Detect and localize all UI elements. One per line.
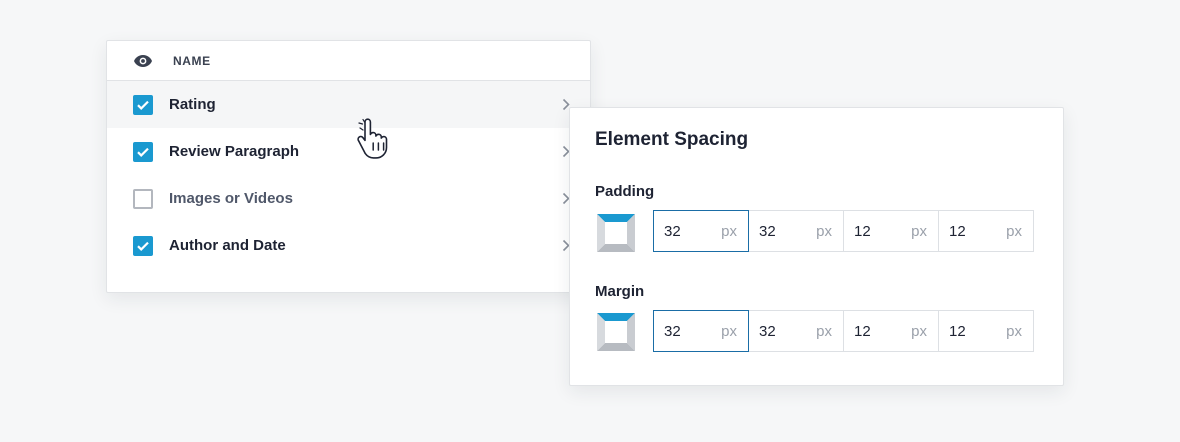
field-label: Rating [169,96,216,113]
field-label: Review Paragraph [169,143,300,160]
unit-label: px [911,222,927,240]
box-spacing-icon [597,214,635,252]
padding-inputs: 32 px 32 px 12 px 12 px [653,210,1034,252]
margin-right-input[interactable]: 32 px [748,310,844,352]
unit-label: px [816,322,832,340]
fields-panel: NAME Rating Review Paragraph Images or V… [106,40,591,293]
element-spacing-panel: Element Spacing Padding 32 px 32 px 12 p… [569,107,1064,386]
padding-top-input[interactable]: 32 px [653,210,749,252]
value: 32 [664,222,681,240]
margin-inputs: 32 px 32 px 12 px 12 px [653,310,1034,352]
padding-bottom-input[interactable]: 12 px [843,210,939,252]
author-and-date-checkbox[interactable] [133,235,153,256]
panel-header: NAME [107,41,590,81]
field-row-author-and-date[interactable]: Author and Date [107,222,590,269]
margin-label: Margin [595,283,645,300]
review-paragraph-checkbox[interactable] [133,141,153,162]
unit-label: px [1006,322,1022,340]
unit-label: px [721,222,737,240]
value: 12 [949,222,966,240]
margin-top-input[interactable]: 32 px [653,310,749,352]
field-label: Images or Videos [169,190,293,207]
value: 12 [854,222,871,240]
checkmark-icon [137,241,149,251]
padding-right-input[interactable]: 32 px [748,210,844,252]
eye-icon[interactable] [133,54,153,68]
box-spacing-icon [597,313,635,351]
name-column-header: NAME [173,53,211,68]
margin-left-input[interactable]: 12 px [938,310,1034,352]
value: 12 [949,322,966,340]
images-or-videos-checkbox[interactable] [133,188,153,209]
padding-label: Padding [595,183,655,200]
checkmark-icon [137,147,149,157]
unit-label: px [911,322,927,340]
value: 32 [759,322,776,340]
padding-left-input[interactable]: 12 px [938,210,1034,252]
unit-label: px [816,222,832,240]
panel-title: Element Spacing [595,129,749,150]
value: 32 [664,322,681,340]
checkmark-icon [137,100,149,110]
rating-checkbox[interactable] [133,94,153,115]
margin-bottom-input[interactable]: 12 px [843,310,939,352]
field-label: Author and Date [169,237,286,254]
unit-label: px [721,322,737,340]
field-row-images-or-videos[interactable]: Images or Videos [107,175,590,222]
value: 12 [854,322,871,340]
field-row-review-paragraph[interactable]: Review Paragraph [107,128,590,175]
hand-pointer-icon [357,118,388,159]
field-row-rating[interactable]: Rating [107,81,590,128]
value: 32 [759,222,776,240]
unit-label: px [1006,222,1022,240]
